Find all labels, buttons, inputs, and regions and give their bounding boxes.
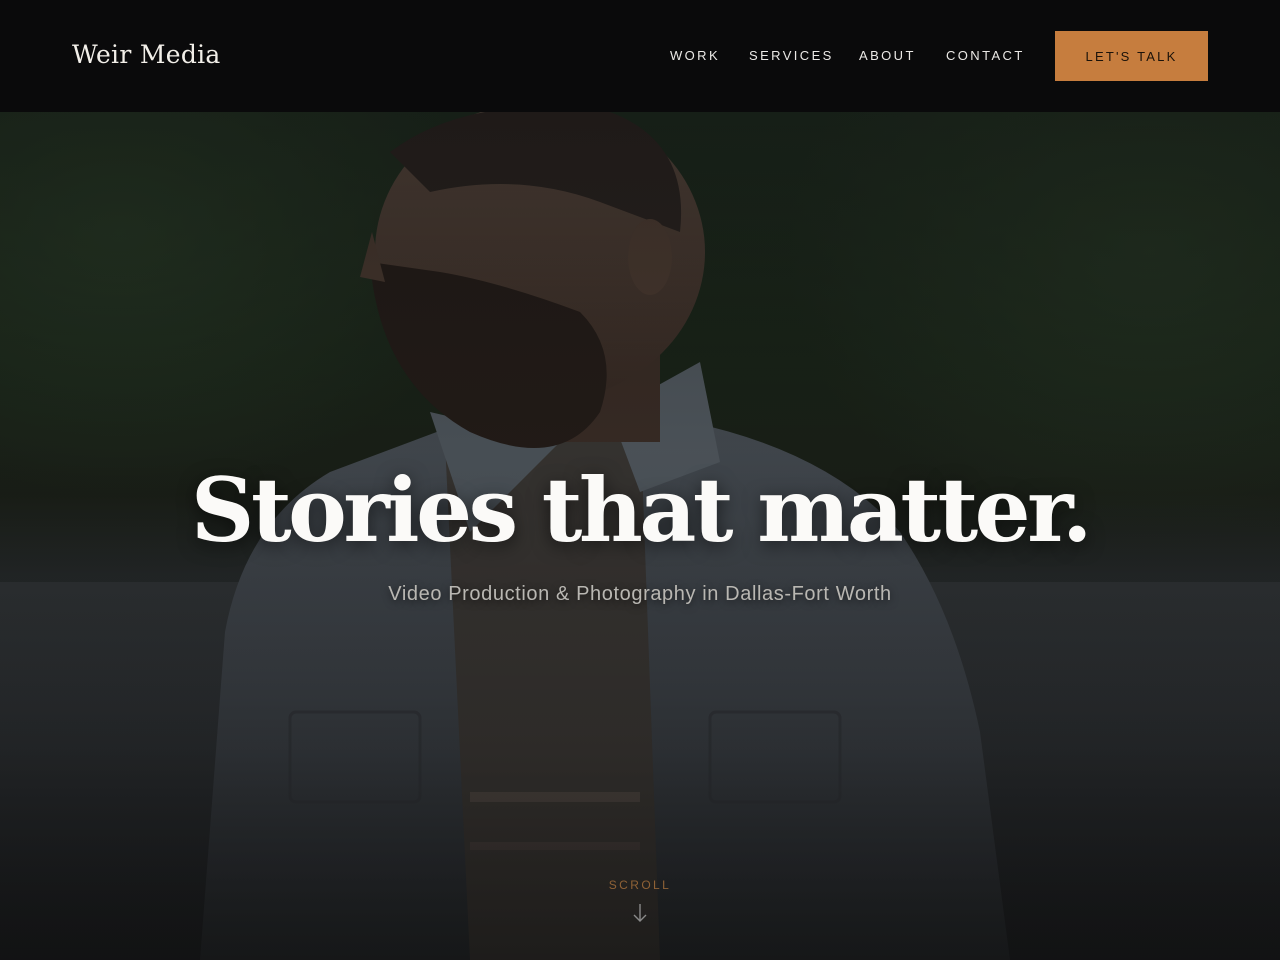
site-header: Weir Media WORK SERVICES ABOUT CONTACT L… [0, 0, 1280, 112]
arrow-down-icon [633, 904, 647, 922]
scroll-indicator[interactable]: SCROLL [590, 878, 690, 938]
nav-link-about[interactable]: ABOUT [859, 48, 916, 63]
scroll-label: SCROLL [608, 878, 672, 892]
lets-talk-button[interactable]: LET'S TALK [1055, 31, 1208, 81]
nav-link-services[interactable]: SERVICES [749, 48, 834, 63]
hero-section: Stories that matter. Video Production & … [0, 112, 1280, 960]
hero-headline: Stories that matter. [190, 458, 1093, 562]
nav-link-contact[interactable]: CONTACT [946, 48, 1025, 63]
hero-subheadline: Video Production & Photography in Dallas… [388, 583, 892, 605]
nav-link-work[interactable]: WORK [670, 48, 720, 63]
